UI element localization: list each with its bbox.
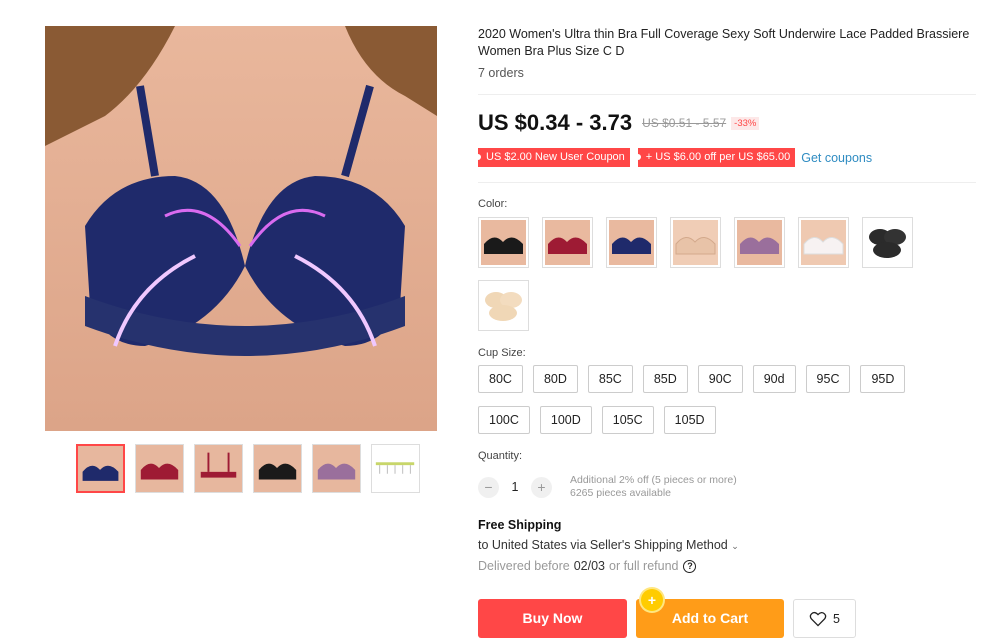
delivery-estimate: Delivered before 02/03 or full refund ? <box>478 559 697 573</box>
cup-size-options: 80C 80D 85C 85D 90C 90d 95C 95D 100C 100… <box>478 365 928 434</box>
color-swatch-black[interactable] <box>478 217 529 268</box>
quantity-minus-button[interactable]: − <box>478 476 499 498</box>
quantity-value[interactable]: 1 <box>499 480 531 494</box>
size-option[interactable]: 90C <box>697 365 743 393</box>
size-option[interactable]: 95C <box>805 365 851 393</box>
coupon-row: US $2.00 New User Coupon + US $6.00 off … <box>475 148 872 167</box>
stock-available: 6265 pieces available <box>570 487 671 499</box>
shipping-method[interactable]: to United States via Seller's Shipping M… <box>478 538 739 552</box>
size-option[interactable]: 100D <box>539 406 592 434</box>
quantity-label: Quantity: <box>478 450 523 462</box>
quantity-stepper: − 1 + Additional 2% off (5 pieces or mor… <box>478 474 737 500</box>
delivered-suffix: or full refund <box>609 559 679 573</box>
thumbnail-purple[interactable] <box>312 444 361 493</box>
wishlist-button[interactable]: 5 <box>793 599 856 638</box>
new-user-coupon[interactable]: US $2.00 New User Coupon <box>475 148 630 167</box>
quantity-plus-button[interactable]: + <box>531 476 552 498</box>
color-swatch-nude-pads[interactable] <box>478 280 529 331</box>
thumbnail-back-view[interactable] <box>194 444 243 493</box>
current-price: US $0.34 - 3.73 <box>478 110 633 135</box>
size-option[interactable]: 85C <box>587 365 633 393</box>
size-option[interactable]: 105D <box>663 406 716 434</box>
delivered-prefix: Delivered before <box>478 559 570 573</box>
help-icon[interactable]: ? <box>683 559 697 573</box>
thumbnail-size-chart[interactable] <box>371 444 420 493</box>
cup-size-label: Cup Size: <box>478 347 526 359</box>
size-option[interactable]: 100C <box>478 406 530 434</box>
color-label: Color: <box>478 198 508 210</box>
color-swatch-navy[interactable] <box>606 217 657 268</box>
divider <box>478 94 976 95</box>
wishlist-count: 5 <box>833 611 840 626</box>
bulk-discount-note: Additional 2% off (5 pieces or more) <box>570 474 737 486</box>
color-swatch-wine-red[interactable] <box>542 217 593 268</box>
discount-badge: -33% <box>731 116 760 130</box>
divider <box>478 182 976 183</box>
shipping-title: Free Shipping <box>478 518 562 532</box>
quantity-info: Additional 2% off (5 pieces or more) 626… <box>570 474 737 500</box>
main-product-image <box>45 26 437 431</box>
store-coupon[interactable]: + US $6.00 off per US $65.00 <box>634 148 796 167</box>
buy-now-button[interactable]: Buy Now <box>478 599 627 638</box>
product-title: 2020 Women's Ultra thin Bra Full Coverag… <box>478 27 970 58</box>
cart-plus-icon <box>641 589 663 611</box>
color-swatch-purple[interactable] <box>734 217 785 268</box>
shipping-method-text: to United States via Seller's Shipping M… <box>478 538 728 552</box>
delivery-date: 02/03 <box>573 559 605 573</box>
size-option[interactable]: 80D <box>532 365 578 393</box>
get-coupons-link[interactable]: Get coupons <box>801 151 872 165</box>
product-info-panel: 2020 Women's Ultra thin Bra Full Coverag… <box>475 26 978 638</box>
thumbnail-navy[interactable] <box>76 444 125 493</box>
size-option[interactable]: 90d <box>752 365 796 393</box>
chevron-down-icon: ⌄ <box>731 541 739 551</box>
color-swatches <box>478 217 918 331</box>
thumbnail-black[interactable] <box>253 444 302 493</box>
color-swatch-white[interactable] <box>798 217 849 268</box>
thumbnail-strip <box>76 444 420 493</box>
size-option[interactable]: 85D <box>642 365 688 393</box>
size-option[interactable]: 80C <box>478 365 523 393</box>
original-price: US $0.51 - 5.57 <box>642 116 727 130</box>
price-row: US $0.34 - 3.73 US $0.51 - 5.57 -33% <box>478 110 760 136</box>
heart-icon <box>809 611 827 626</box>
color-swatch-nude[interactable] <box>670 217 721 268</box>
size-option[interactable]: 95D <box>860 365 906 393</box>
thumbnail-wine-red[interactable] <box>135 444 184 493</box>
order-count: 7 orders <box>478 66 524 80</box>
color-swatch-black-pads[interactable] <box>862 217 913 268</box>
size-option[interactable]: 105C <box>601 406 654 434</box>
